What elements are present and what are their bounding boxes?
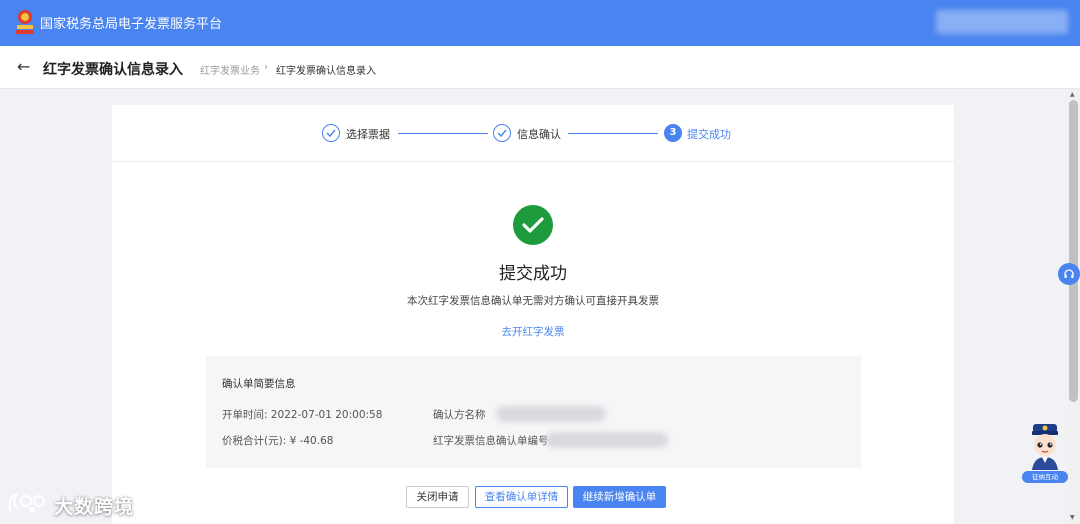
step-1-label: 选择票据 bbox=[346, 128, 390, 141]
platform-title: 国家税务总局电子发票服务平台 bbox=[40, 17, 223, 32]
breadcrumb-item-current: 红字发票确认信息录入 bbox=[276, 66, 376, 77]
issue-red-invoice-link[interactable]: 去开红字发票 bbox=[112, 324, 954, 339]
assistant-badge[interactable]: 征纳互动 bbox=[1022, 471, 1068, 483]
tax-total: 价税合计(元): ¥ -40.68 bbox=[222, 435, 334, 447]
breadcrumb-item-red-invoice[interactable]: 红字发票业务 bbox=[200, 62, 260, 77]
step-connector-1 bbox=[398, 133, 488, 134]
summary-panel: 确认单简要信息 开单时间: 2022-07-01 20:00:58 确认方名称 … bbox=[206, 356, 861, 468]
confirm-party-value-redacted bbox=[496, 406, 606, 422]
confirm-no-value-redacted bbox=[546, 432, 668, 448]
summary-title: 确认单简要信息 bbox=[222, 378, 296, 390]
step-2-label: 信息确认 bbox=[517, 128, 561, 141]
watermark-text: 大数跨境 bbox=[54, 496, 135, 518]
scroll-down-icon[interactable]: ▼ bbox=[1070, 514, 1075, 521]
tax-emblem-icon bbox=[16, 10, 34, 34]
scroll-up-icon[interactable]: ▲ bbox=[1070, 91, 1075, 98]
step-1-check-icon bbox=[322, 124, 340, 142]
breadcrumb-separator: › bbox=[264, 62, 268, 73]
top-bar: 国家税务总局电子发票服务平台 bbox=[0, 0, 1080, 46]
step-3-label: 提交成功 bbox=[687, 128, 731, 141]
headset-icon[interactable] bbox=[1058, 263, 1080, 285]
main-card: 选择票据 信息确认 3 提交成功 提交成功 本次红字发票信息确认单无需对方确认可… bbox=[112, 105, 954, 524]
back-arrow-icon[interactable]: ← bbox=[17, 57, 30, 76]
continue-add-button[interactable]: 继续新增确认单 bbox=[573, 486, 666, 508]
user-info[interactable] bbox=[936, 10, 1068, 34]
success-check-icon bbox=[513, 205, 553, 245]
scrollbar-thumb[interactable] bbox=[1069, 100, 1078, 402]
page-title: 红字发票确认信息录入 bbox=[43, 62, 183, 78]
result-description: 本次红字发票信息确认单无需对方确认可直接开具发票 bbox=[407, 295, 659, 307]
result-title: 提交成功 bbox=[499, 264, 567, 284]
confirm-no-label: 红字发票信息确认单编号: bbox=[433, 435, 553, 447]
watermark-logo-icon bbox=[8, 493, 45, 513]
view-details-button[interactable]: 查看确认单详情 bbox=[475, 486, 568, 508]
open-time: 开单时间: 2022-07-01 20:00:58 bbox=[222, 409, 383, 421]
step-indicator: 选择票据 信息确认 3 提交成功 bbox=[112, 105, 954, 162]
step-connector-2 bbox=[568, 133, 658, 134]
close-application-button[interactable]: 关闭申请 bbox=[406, 486, 469, 508]
step-2-check-icon bbox=[493, 124, 511, 142]
confirm-party-label: 确认方名称 bbox=[433, 409, 486, 421]
step-3-number: 3 bbox=[664, 124, 682, 142]
page-header: ← 红字发票确认信息录入 红字发票业务 › 红字发票确认信息录入 bbox=[0, 46, 1080, 89]
